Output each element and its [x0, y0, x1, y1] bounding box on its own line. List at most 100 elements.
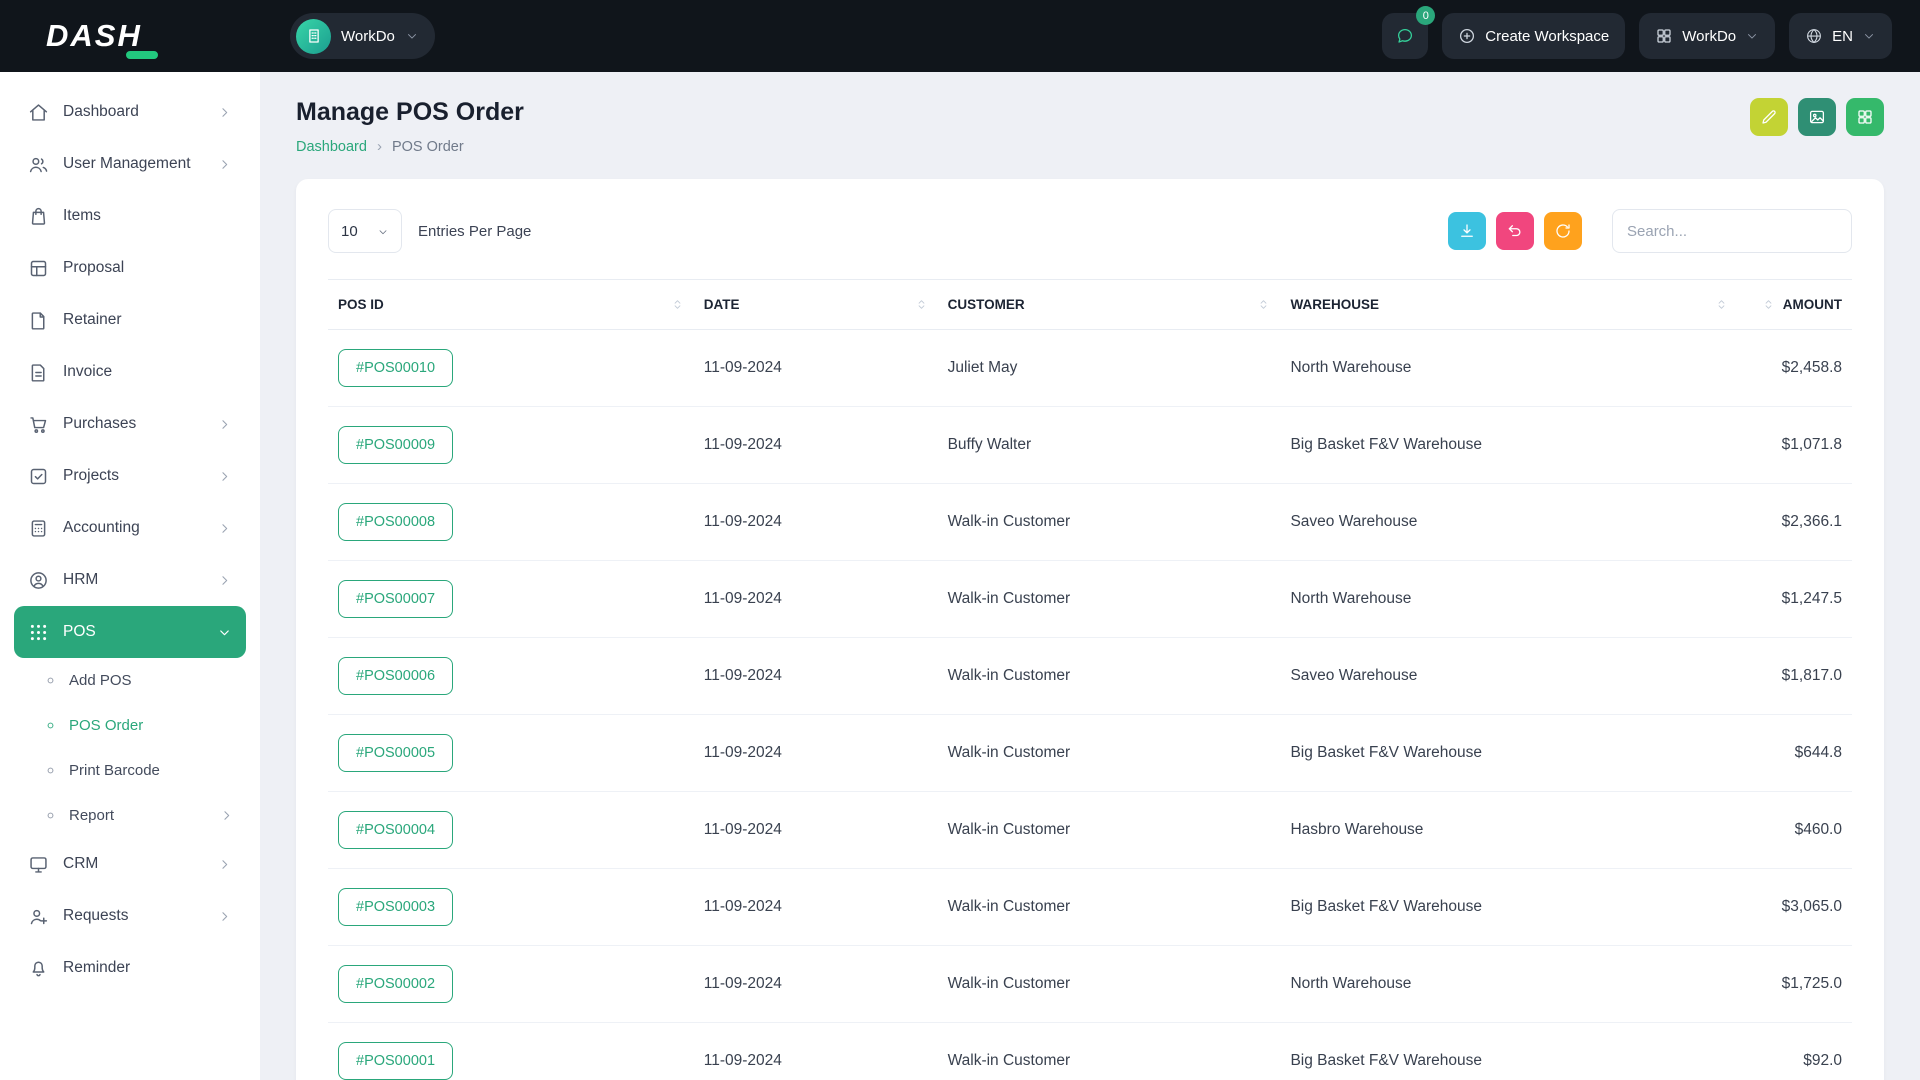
- sidebar-subitem-pos-order[interactable]: POS Order: [32, 703, 246, 748]
- pos-id-link[interactable]: #POS00004: [338, 811, 453, 849]
- sidebar-item-pos[interactable]: POS: [14, 606, 246, 658]
- top-header: DASH WorkDo 0 Create Workspace WorkDo EN: [0, 0, 1920, 72]
- sidebar-item-label: Dashboard: [63, 103, 203, 121]
- language-selector[interactable]: EN: [1789, 13, 1892, 59]
- chevron-down-icon: [1862, 29, 1876, 43]
- cell-warehouse: Saveo Warehouse: [1280, 638, 1737, 715]
- column-header-warehouse[interactable]: WAREHOUSE: [1280, 280, 1737, 330]
- cell-customer: Walk-in Customer: [938, 792, 1281, 869]
- sidebar-item-accounting[interactable]: Accounting: [14, 502, 246, 554]
- refresh-button[interactable]: [1544, 212, 1582, 250]
- sidebar-item-crm[interactable]: CRM: [14, 838, 246, 890]
- reset-button[interactable]: [1496, 212, 1534, 250]
- grid-icon: [1856, 108, 1874, 126]
- cell-amount: $1,817.0: [1738, 638, 1852, 715]
- chevron-right-icon: [217, 573, 232, 588]
- pos-id-link[interactable]: #POS00009: [338, 426, 453, 464]
- sidebar: Dashboard User ManagementItems Proposal Ret…: [0, 72, 260, 1080]
- table-row: #POS0000411-09-2024Walk-in CustomerHasbr…: [328, 792, 1852, 869]
- cell-customer: Walk-in Customer: [938, 1023, 1281, 1080]
- pos-id-link[interactable]: #POS00007: [338, 580, 453, 618]
- sidebar-item-reminder[interactable]: Reminder: [14, 942, 246, 994]
- entries-per-page-select[interactable]: 10: [328, 209, 402, 253]
- search-input[interactable]: [1612, 209, 1852, 253]
- entries-per-page-label: Entries Per Page: [418, 223, 531, 240]
- sidebar-item-projects[interactable]: Projects: [14, 450, 246, 502]
- workspace-menu-button[interactable]: WorkDo: [1639, 13, 1775, 59]
- table-row: #POS0000811-09-2024Walk-in CustomerSaveo…: [328, 484, 1852, 561]
- cell-date: 11-09-2024: [694, 484, 938, 561]
- table-row: #POS0000911-09-2024Buffy WalterBig Baske…: [328, 407, 1852, 484]
- create-workspace-button[interactable]: Create Workspace: [1442, 13, 1625, 59]
- pos-id-link[interactable]: #POS00008: [338, 503, 453, 541]
- sidebar-item-purchases[interactable]: Purchases: [14, 398, 246, 450]
- column-header-customer[interactable]: CUSTOMER: [938, 280, 1281, 330]
- items-icon: [28, 206, 49, 227]
- pos-id-link[interactable]: #POS00006: [338, 657, 453, 695]
- messages-button[interactable]: 0: [1382, 13, 1428, 59]
- pos-id-link[interactable]: #POS00005: [338, 734, 453, 772]
- grid-icon: [1655, 27, 1673, 45]
- plus-circle-icon: [1458, 27, 1476, 45]
- cell-date: 11-09-2024: [694, 792, 938, 869]
- download-icon: [1458, 222, 1476, 240]
- sidebar-item-proposal[interactable]: Proposal: [14, 242, 246, 294]
- app-logo[interactable]: DASH: [0, 18, 260, 54]
- breadcrumb-dashboard[interactable]: Dashboard: [296, 139, 367, 155]
- sidebar-item-requests[interactable]: Requests: [14, 890, 246, 942]
- cell-customer: Juliet May: [938, 330, 1281, 407]
- create-workspace-label: Create Workspace: [1485, 28, 1609, 45]
- cell-pos-id: #POS00002: [328, 946, 694, 1023]
- export-button[interactable]: [1448, 212, 1486, 250]
- sidebar-nav: Dashboard User ManagementItems Proposal Ret…: [0, 86, 260, 994]
- cell-amount: $460.0: [1738, 792, 1852, 869]
- pos-order-table: POS IDDATECUSTOMERWAREHOUSEAMOUNT #POS00…: [328, 279, 1852, 1080]
- table-row: #POS0000211-09-2024Walk-in CustomerNorth…: [328, 946, 1852, 1023]
- sidebar-item-label: Retainer: [63, 311, 232, 329]
- breadcrumb-pos-order: POS Order: [392, 139, 464, 155]
- cell-warehouse: North Warehouse: [1280, 561, 1737, 638]
- column-header-pos-id[interactable]: POS ID: [328, 280, 694, 330]
- sidebar-item-label: Invoice: [63, 363, 232, 381]
- sidebar-item-dashboard[interactable]: Dashboard: [14, 86, 246, 138]
- workspace-selector[interactable]: WorkDo: [290, 13, 435, 59]
- sidebar-subitem-label: Add POS: [69, 672, 234, 689]
- pos-id-link[interactable]: #POS00010: [338, 349, 453, 387]
- pos-id-link[interactable]: #POS00003: [338, 888, 453, 926]
- cell-customer: Walk-in Customer: [938, 484, 1281, 561]
- proposal-icon: [28, 258, 49, 279]
- sidebar-item-retainer[interactable]: Retainer: [14, 294, 246, 346]
- sidebar-subitem-add-pos[interactable]: Add POS: [32, 658, 246, 703]
- pencil-action-button[interactable]: [1750, 98, 1788, 136]
- workspace-avatar: [296, 19, 331, 54]
- sidebar-item-label: CRM: [63, 855, 203, 873]
- pos-id-link[interactable]: #POS00002: [338, 965, 453, 1003]
- pos-id-link[interactable]: #POS00001: [338, 1042, 453, 1080]
- sidebar-item-label: Purchases: [63, 415, 203, 433]
- sidebar-item-hrm[interactable]: HRM: [14, 554, 246, 606]
- breadcrumb-separator: ›: [377, 138, 382, 155]
- sidebar-item-user-management[interactable]: User Management: [14, 138, 246, 190]
- column-header-amount[interactable]: AMOUNT: [1738, 280, 1852, 330]
- sidebar-item-invoice[interactable]: Invoice: [14, 346, 246, 398]
- users-icon: [28, 154, 49, 175]
- sort-icon: [1762, 298, 1775, 311]
- table-row: #POS0000311-09-2024Walk-in CustomerBig B…: [328, 869, 1852, 946]
- sidebar-subitem-report[interactable]: Report: [32, 793, 246, 838]
- cell-warehouse: Big Basket F&V Warehouse: [1280, 715, 1737, 792]
- language-label: EN: [1832, 28, 1853, 45]
- chevron-right-icon: [217, 417, 232, 432]
- pos-icon: [28, 622, 49, 643]
- grid-view-button[interactable]: [1846, 98, 1884, 136]
- sidebar-item-label: Proposal: [63, 259, 232, 277]
- table-toolbar: 10 Entries Per Page: [328, 209, 1852, 253]
- cell-date: 11-09-2024: [694, 561, 938, 638]
- message-icon: [1396, 27, 1414, 45]
- table-row: #POS0000611-09-2024Walk-in CustomerSaveo…: [328, 638, 1852, 715]
- column-header-date[interactable]: DATE: [694, 280, 938, 330]
- cell-amount: $3,065.0: [1738, 869, 1852, 946]
- sidebar-subitem-print-barcode[interactable]: Print Barcode: [32, 748, 246, 793]
- sidebar-item-items[interactable]: Items: [14, 190, 246, 242]
- table-header-row: POS IDDATECUSTOMERWAREHOUSEAMOUNT: [328, 280, 1852, 330]
- image-action-button[interactable]: [1798, 98, 1836, 136]
